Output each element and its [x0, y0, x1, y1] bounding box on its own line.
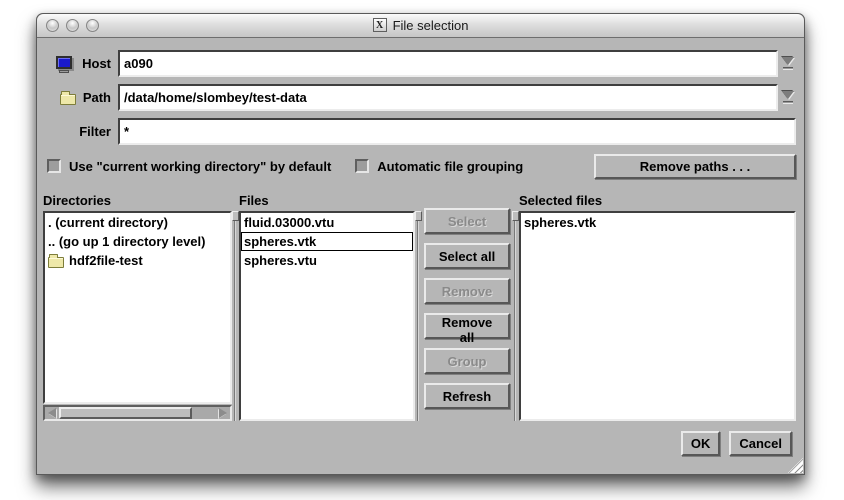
- chevron-down-icon: [782, 57, 794, 65]
- directory-item[interactable]: . (current directory): [45, 213, 230, 232]
- host-dropdown-button[interactable]: [780, 53, 796, 75]
- folder-icon: [48, 257, 64, 268]
- arrow-left-icon: [48, 408, 56, 418]
- traffic-lights: [37, 19, 99, 32]
- file-item[interactable]: fluid.03000.vtu: [241, 213, 413, 232]
- filter-label: Filter: [79, 124, 111, 139]
- directories-list[interactable]: . (current directory) .. (go up 1 directo…: [43, 211, 232, 404]
- computer-icon: [55, 55, 75, 73]
- cwd-checkbox-label: Use "current working directory" by defau…: [69, 159, 331, 174]
- remove-button: Remove: [424, 278, 510, 304]
- directories-hscrollbar[interactable]: [43, 405, 232, 421]
- select-all-button[interactable]: Select all: [424, 243, 510, 269]
- actions-column: Select Select all Remove Remove all Group Ref…: [422, 193, 512, 409]
- splitter-handle[interactable]: [415, 211, 422, 221]
- file-grouping-checkbox-label: Automatic file grouping: [377, 159, 523, 174]
- files-list[interactable]: fluid.03000.vtu spheres.vtk spheres.vtu: [239, 211, 415, 421]
- host-input[interactable]: [118, 50, 778, 77]
- list-item-label: fluid.03000.vtu: [244, 215, 334, 230]
- directory-item[interactable]: hdf2file-test: [45, 251, 230, 270]
- cancel-button[interactable]: Cancel: [729, 431, 792, 456]
- filter-input[interactable]: [118, 118, 796, 145]
- splitter-handle[interactable]: [512, 211, 519, 221]
- options-row: Use "current working directory" by defau…: [47, 153, 796, 179]
- footer-row: OK Cancel: [43, 431, 792, 456]
- selected-file-item[interactable]: spheres.vtk: [521, 213, 794, 232]
- list-item-label: spheres.vtu: [244, 253, 317, 268]
- window-title: File selection: [393, 18, 469, 33]
- x11-icon: X: [373, 18, 387, 32]
- path-label: Path: [83, 90, 111, 105]
- select-button: Select: [424, 208, 510, 234]
- chevron-down-icon: [782, 91, 794, 99]
- group-button: Group: [424, 348, 510, 374]
- splitter-3[interactable]: [512, 211, 519, 421]
- folder-icon: [60, 94, 76, 105]
- scrollbar-thumb[interactable]: [59, 407, 192, 419]
- directories-pane: Directories . (current directory) .. (go …: [43, 193, 232, 421]
- path-dropdown-button[interactable]: [780, 87, 796, 109]
- host-label: Host: [82, 56, 111, 71]
- file-item[interactable]: spheres.vtu: [241, 251, 413, 270]
- list-item-label: .. (go up 1 directory level): [48, 234, 205, 249]
- directory-item[interactable]: .. (go up 1 directory level): [45, 232, 230, 251]
- resize-grip[interactable]: [788, 458, 803, 473]
- splitter-handle[interactable]: [232, 211, 239, 221]
- list-item-label: . (current directory): [48, 215, 168, 230]
- file-grouping-checkbox[interactable]: [355, 159, 369, 173]
- splitter-2[interactable]: [415, 211, 422, 421]
- panes-row: Directories . (current directory) .. (go …: [43, 193, 796, 421]
- remove-all-button[interactable]: Remove all: [424, 313, 510, 339]
- path-row: Path: [43, 84, 796, 111]
- file-selection-dialog: X File selection Host Path: [36, 13, 805, 475]
- selected-files-list[interactable]: spheres.vtk: [519, 211, 796, 421]
- close-button[interactable]: [46, 19, 59, 32]
- file-item[interactable]: spheres.vtk: [241, 232, 413, 251]
- files-pane: Files fluid.03000.vtu spheres.vtk spheres.…: [239, 193, 415, 421]
- filter-row: Filter: [43, 118, 796, 145]
- zoom-button[interactable]: [86, 19, 99, 32]
- selected-files-pane: Selected files spheres.vtk: [519, 193, 796, 421]
- list-item-label: spheres.vtk: [244, 234, 316, 249]
- arrow-right-icon: [219, 408, 227, 418]
- files-label: Files: [239, 193, 415, 211]
- splitter-1[interactable]: [232, 211, 239, 421]
- dialog-content: Host Path Filter: [37, 38, 804, 456]
- host-row: Host: [43, 50, 796, 77]
- path-input[interactable]: [118, 84, 778, 111]
- scroll-left-button[interactable]: [45, 407, 59, 419]
- list-item-label: hdf2file-test: [69, 253, 143, 268]
- refresh-button[interactable]: Refresh: [424, 383, 510, 409]
- selected-files-label: Selected files: [519, 193, 796, 211]
- ok-button[interactable]: OK: [681, 431, 721, 456]
- minimize-button[interactable]: [66, 19, 79, 32]
- remove-paths-button[interactable]: Remove paths . . .: [594, 154, 796, 179]
- cwd-checkbox[interactable]: [47, 159, 61, 173]
- titlebar[interactable]: X File selection: [37, 14, 804, 38]
- scroll-right-button[interactable]: [216, 407, 230, 419]
- directories-label: Directories: [43, 193, 232, 211]
- list-item-label: spheres.vtk: [524, 215, 596, 230]
